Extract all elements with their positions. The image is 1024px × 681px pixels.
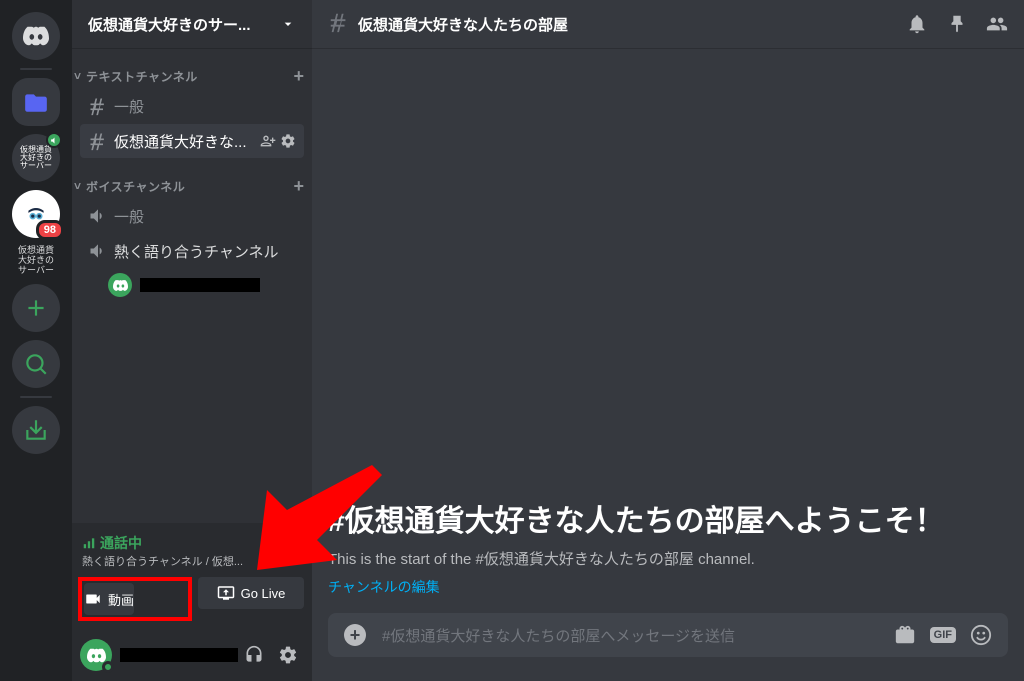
- hash-icon: [88, 96, 108, 116]
- voice-connection-status[interactable]: 通話中: [82, 533, 243, 553]
- discover-button[interactable]: [12, 340, 60, 388]
- add-channel-button[interactable]: +: [293, 66, 304, 87]
- server-icon-2-wrap: 98: [12, 190, 60, 238]
- attach-button[interactable]: +: [344, 624, 366, 646]
- voice-channel-general[interactable]: 一般: [80, 199, 304, 233]
- guild-bar: 仮想通貨 大好きの サーバー 98 仮想通貨 大好きの サーバー: [0, 0, 72, 681]
- self-avatar[interactable]: [80, 639, 112, 671]
- user-panel: [72, 629, 312, 681]
- notification-badge: 98: [36, 220, 64, 240]
- message-list: #仮想通貨大好きな人たちの部屋へようこそ！ This is the start …: [312, 48, 1024, 613]
- chat-area: 仮想通貨大好きな人たちの部屋 #仮想通貨大好きな人たちの部屋へようこそ！ Thi…: [312, 0, 1024, 681]
- channel-name: 仮想通貨大好きな...: [114, 131, 260, 152]
- video-icon: [84, 590, 102, 608]
- input-placeholder: #仮想通貨大好きな人たちの部屋へメッセージを送信: [382, 625, 878, 646]
- speaker-icon: [88, 206, 108, 226]
- deafen-button[interactable]: [238, 639, 270, 671]
- message-input[interactable]: + #仮想通貨大好きな人たちの部屋へメッセージを送信 GIF: [328, 613, 1008, 657]
- folder-button[interactable]: [12, 78, 60, 126]
- channel-name: 熱く語り合うチャンネル: [114, 241, 296, 262]
- chevron-down-icon: ˅: [74, 179, 86, 193]
- chevron-down-icon: ˅: [74, 69, 86, 83]
- home-button[interactable]: [12, 12, 60, 60]
- speaker-icon: [88, 241, 108, 261]
- separator: [20, 68, 52, 70]
- voice-status-panel: 通話中 熱く語り合うチャンネル / 仮想... 動画 Go Live: [72, 523, 312, 629]
- self-username-redacted: [120, 648, 238, 662]
- download-button[interactable]: [12, 406, 60, 454]
- voice-channel-hot[interactable]: 熱く語り合うチャンネル: [80, 234, 304, 268]
- voice-username-redacted: [140, 278, 260, 292]
- server-header[interactable]: 仮想通貨大好きのサー...: [72, 0, 312, 48]
- channel-sidebar: 仮想通貨大好きのサー... ˅ テキストチャンネル + 一般 仮想通貨大好きな.…: [72, 0, 312, 681]
- server-name: 仮想通貨大好きのサー...: [88, 14, 251, 35]
- category-label: ボイスチャンネル: [86, 178, 293, 195]
- server-icon-1-wrap: 仮想通貨 大好きの サーバー: [12, 134, 60, 182]
- chat-header: 仮想通貨大好きな人たちの部屋: [312, 0, 1024, 48]
- welcome-description: This is the start of the #仮想通貨大好きな人たちの部屋…: [328, 548, 1008, 569]
- add-channel-button[interactable]: +: [293, 176, 304, 197]
- voice-indicator-icon: [46, 132, 62, 148]
- bell-icon[interactable]: [906, 13, 928, 35]
- invite-icon[interactable]: [260, 133, 276, 149]
- channel-title: 仮想通貨大好きな人たちの部屋: [358, 14, 906, 35]
- voice-channel-path[interactable]: 熱く語り合うチャンネル / 仮想...: [82, 553, 243, 569]
- server-icon-1[interactable]: 仮想通貨 大好きの サーバー: [12, 134, 60, 182]
- channel-name: 一般: [114, 206, 296, 227]
- hash-icon: [88, 131, 108, 151]
- separator: [20, 396, 52, 398]
- golive-button[interactable]: Go Live: [198, 577, 304, 609]
- annotation-highlight: 動画: [78, 577, 192, 621]
- text-channel-crypto[interactable]: 仮想通貨大好きな...: [80, 124, 304, 158]
- gift-icon[interactable]: [894, 624, 916, 646]
- emoji-icon[interactable]: [970, 624, 992, 646]
- channel-actions: [260, 133, 296, 149]
- welcome-title: #仮想通貨大好きな人たちの部屋へようこそ！: [328, 496, 1008, 540]
- channel-list: ˅ テキストチャンネル + 一般 仮想通貨大好きな... ˅ ボイスチャンネル …: [72, 48, 312, 523]
- voice-user[interactable]: [72, 269, 312, 301]
- user-avatar: [108, 273, 132, 297]
- add-server-button[interactable]: [12, 284, 60, 332]
- welcome-block: #仮想通貨大好きな人たちの部屋へようこそ！ This is the start …: [328, 496, 1008, 597]
- video-button[interactable]: 動画: [84, 583, 134, 615]
- category-text[interactable]: ˅ テキストチャンネル +: [72, 64, 312, 88]
- settings-button[interactable]: [272, 639, 304, 671]
- status-indicator-icon: [102, 661, 114, 673]
- disconnect-button[interactable]: [282, 539, 302, 564]
- pin-icon[interactable]: [946, 13, 968, 35]
- chevron-down-icon: [280, 16, 296, 32]
- gif-button[interactable]: GIF: [930, 627, 956, 643]
- message-input-area: + #仮想通貨大好きな人たちの部屋へメッセージを送信 GIF: [312, 613, 1024, 681]
- hash-icon: [328, 11, 350, 38]
- server-label-2: 仮想通貨 大好きの サーバー: [8, 246, 64, 276]
- channel-name: 一般: [114, 96, 296, 117]
- edit-channel-link[interactable]: チャンネルの編集: [328, 577, 1008, 597]
- text-channel-general[interactable]: 一般: [80, 89, 304, 123]
- gear-icon[interactable]: [280, 133, 296, 149]
- screen-icon: [217, 584, 235, 602]
- category-voice[interactable]: ˅ ボイスチャンネル +: [72, 174, 312, 198]
- category-label: テキストチャンネル: [86, 68, 293, 85]
- signal-icon: [82, 536, 96, 550]
- members-icon[interactable]: [986, 13, 1008, 35]
